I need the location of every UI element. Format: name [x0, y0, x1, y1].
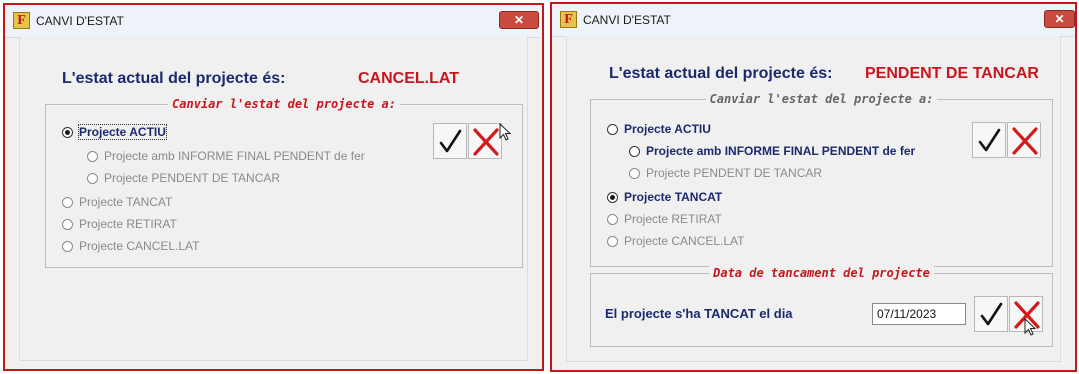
title-bar[interactable]: F CANVI D'ESTAT ✕: [5, 5, 542, 38]
accept-button[interactable]: [972, 122, 1006, 158]
cancel-button[interactable]: [1007, 122, 1041, 158]
group-title: Canviar l'estat del projecte a:: [46, 95, 522, 113]
window-title: CANVI D'ESTAT: [36, 14, 124, 28]
radio-projecte-cancel-lat[interactable]: Projecte CANCEL.LAT: [62, 239, 200, 253]
radio-dot: [62, 196, 73, 208]
radio-dot: [62, 218, 73, 230]
checkmark-icon: [978, 128, 1001, 152]
close-button[interactable]: ✕: [499, 11, 539, 29]
radio-dot: [629, 167, 640, 179]
mouse-cursor-icon: [499, 123, 512, 141]
radio-label: Projecte CANCEL.LAT: [79, 239, 200, 253]
radio-dot: [607, 213, 618, 225]
title-bar[interactable]: F CANVI D'ESTAT ✕: [552, 4, 1075, 37]
radio-label: Projecte RETIRAT: [624, 212, 722, 226]
radio-projecte-tancat[interactable]: Projecte TANCAT: [62, 195, 172, 209]
status-label: L'estat actual del projecte és:: [62, 70, 286, 87]
date-group-title: Data de tancament del projecte: [591, 264, 1052, 282]
accept-button[interactable]: [433, 123, 467, 159]
status-value: CANCEL.LAT: [358, 70, 460, 87]
red-x-icon: [1012, 127, 1038, 155]
status-value: PENDENT DE TANCAR: [865, 65, 1039, 82]
dialog-content: L'estat actual del projecte és: CANCEL.L…: [19, 37, 528, 361]
radio-projecte-informe-final[interactable]: Projecte amb INFORME FINAL PENDENT de fe…: [629, 144, 915, 158]
red-x-icon: [473, 128, 499, 156]
close-date-label: El projecte s'ha TANCAT el dia: [605, 306, 793, 321]
radio-label: Projecte ACTIU: [624, 122, 711, 136]
radio-projecte-actiu[interactable]: Projecte ACTIU: [62, 124, 167, 140]
radio-label: Projecte amb INFORME FINAL PENDENT de fe…: [104, 149, 365, 163]
radio-dot: [87, 172, 98, 184]
window-left: F CANVI D'ESTAT ✕ L'estat actual del pro…: [3, 3, 544, 371]
close-date-group: Data de tancament del projecte El projec…: [590, 266, 1053, 347]
radio-label: Projecte ACTIU: [78, 124, 167, 140]
app-f-icon: F: [560, 11, 577, 28]
change-status-group: Canviar l'estat del projecte a: Projecte…: [45, 97, 523, 268]
cancel-button[interactable]: [468, 123, 502, 159]
change-status-group: Canviar l'estat del projecte a: Projecte…: [590, 92, 1053, 267]
radio-label: Projecte PENDENT DE TANCAR: [104, 171, 281, 185]
checkmark-icon: [980, 302, 1003, 326]
checkmark-icon: [439, 129, 462, 153]
window-title: CANVI D'ESTAT: [583, 13, 671, 27]
radio-projecte-retirat[interactable]: Projecte RETIRAT: [607, 212, 722, 226]
radio-dot: [87, 150, 98, 162]
status-label: L'estat actual del projecte és:: [609, 65, 833, 82]
close-date-input[interactable]: [872, 303, 966, 325]
group-title: Canviar l'estat del projecte a:: [591, 90, 1052, 108]
radio-label: Projecte CANCEL.LAT: [624, 234, 745, 248]
radio-projecte-tancat[interactable]: Projecte TANCAT: [607, 190, 722, 204]
radio-dot: [62, 240, 73, 252]
accept-date-button[interactable]: [974, 296, 1008, 332]
radio-projecte-pendent-tancar[interactable]: Projecte PENDENT DE TANCAR: [87, 171, 280, 185]
radio-dot: [629, 145, 640, 157]
radio-projecte-pendent-tancar[interactable]: Projecte PENDENT DE TANCAR: [629, 166, 822, 180]
window-right: F CANVI D'ESTAT ✕ L'estat actual del pro…: [550, 2, 1077, 372]
radio-label: Projecte RETIRAT: [79, 217, 177, 231]
radio-projecte-cancel-lat[interactable]: Projecte CANCEL.LAT: [607, 234, 745, 248]
app-f-icon: F: [13, 12, 30, 29]
radio-dot: [607, 123, 618, 135]
radio-label: Projecte amb INFORME FINAL PENDENT de fe…: [646, 144, 916, 158]
radio-label: Projecte TANCAT: [79, 195, 173, 209]
mouse-cursor-icon: [1024, 318, 1037, 336]
close-button[interactable]: ✕: [1044, 10, 1075, 28]
dialog-content: L'estat actual del projecte és: PENDENT …: [566, 36, 1061, 362]
radio-label: Projecte PENDENT DE TANCAR: [646, 166, 823, 180]
radio-projecte-retirat[interactable]: Projecte RETIRAT: [62, 217, 177, 231]
radio-dot: [607, 235, 618, 247]
radio-dot: [607, 191, 618, 203]
radio-label: Projecte TANCAT: [624, 190, 723, 204]
radio-dot: [62, 126, 73, 138]
radio-projecte-actiu[interactable]: Projecte ACTIU: [607, 122, 711, 136]
radio-projecte-informe-final[interactable]: Projecte amb INFORME FINAL PENDENT de fe…: [87, 149, 365, 163]
